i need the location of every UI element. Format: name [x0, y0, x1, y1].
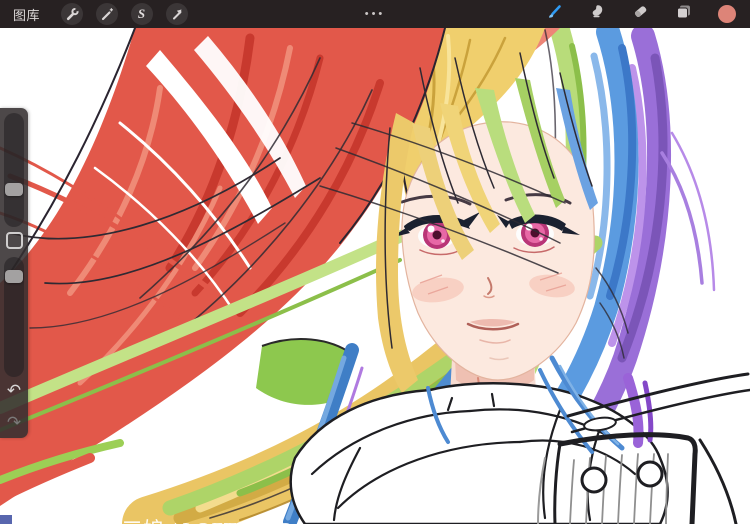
selection-button[interactable]: S: [130, 3, 153, 25]
layers-icon: [675, 3, 692, 25]
undo-button[interactable]: ↶: [0, 380, 28, 400]
eraser-tool-button[interactable]: [632, 3, 649, 25]
transform-arrow-icon: [170, 7, 184, 21]
smudge-tool-button[interactable]: [589, 3, 606, 25]
undo-icon: ↶: [6, 380, 22, 400]
procreate-window: 邪气冲天小三娘 / LOFTER ID: 图库 S: [0, 0, 750, 524]
actions-button[interactable]: [60, 3, 83, 25]
wrench-icon: [65, 7, 79, 21]
transform-button[interactable]: [165, 3, 188, 25]
watermark-stamp: [0, 515, 12, 524]
canvas-artwork: [0, 28, 750, 524]
smudge-finger-icon: [589, 3, 606, 25]
artist-watermark: 邪气冲天小三娘 / LOFTER ID:: [14, 514, 300, 524]
magic-wand-icon: [100, 7, 114, 21]
brush-size-handle[interactable]: [5, 183, 23, 196]
opacity-handle[interactable]: [5, 270, 23, 283]
drawing-canvas[interactable]: 邪气冲天小三娘 / LOFTER ID:: [0, 28, 750, 524]
redo-icon: ↷: [6, 412, 22, 432]
brush-tool-button[interactable]: [546, 3, 563, 25]
paint-tools: [546, 0, 750, 28]
adjustments-button[interactable]: [95, 3, 118, 25]
brush-icon: [546, 3, 563, 25]
brush-sidebar: ↶ ↷: [0, 108, 28, 438]
color-button[interactable]: [718, 5, 736, 23]
gallery-button[interactable]: 图库: [13, 5, 40, 24]
eraser-icon: [632, 3, 649, 25]
brush-size-slider[interactable]: [4, 113, 24, 227]
layers-button[interactable]: [675, 3, 692, 25]
top-toolbar: 图库 S •••: [0, 0, 750, 28]
color-swatch: [718, 5, 736, 23]
redo-button[interactable]: ↷: [0, 412, 28, 432]
modify-button[interactable]: [6, 232, 23, 249]
selection-s-icon: S: [137, 5, 146, 21]
